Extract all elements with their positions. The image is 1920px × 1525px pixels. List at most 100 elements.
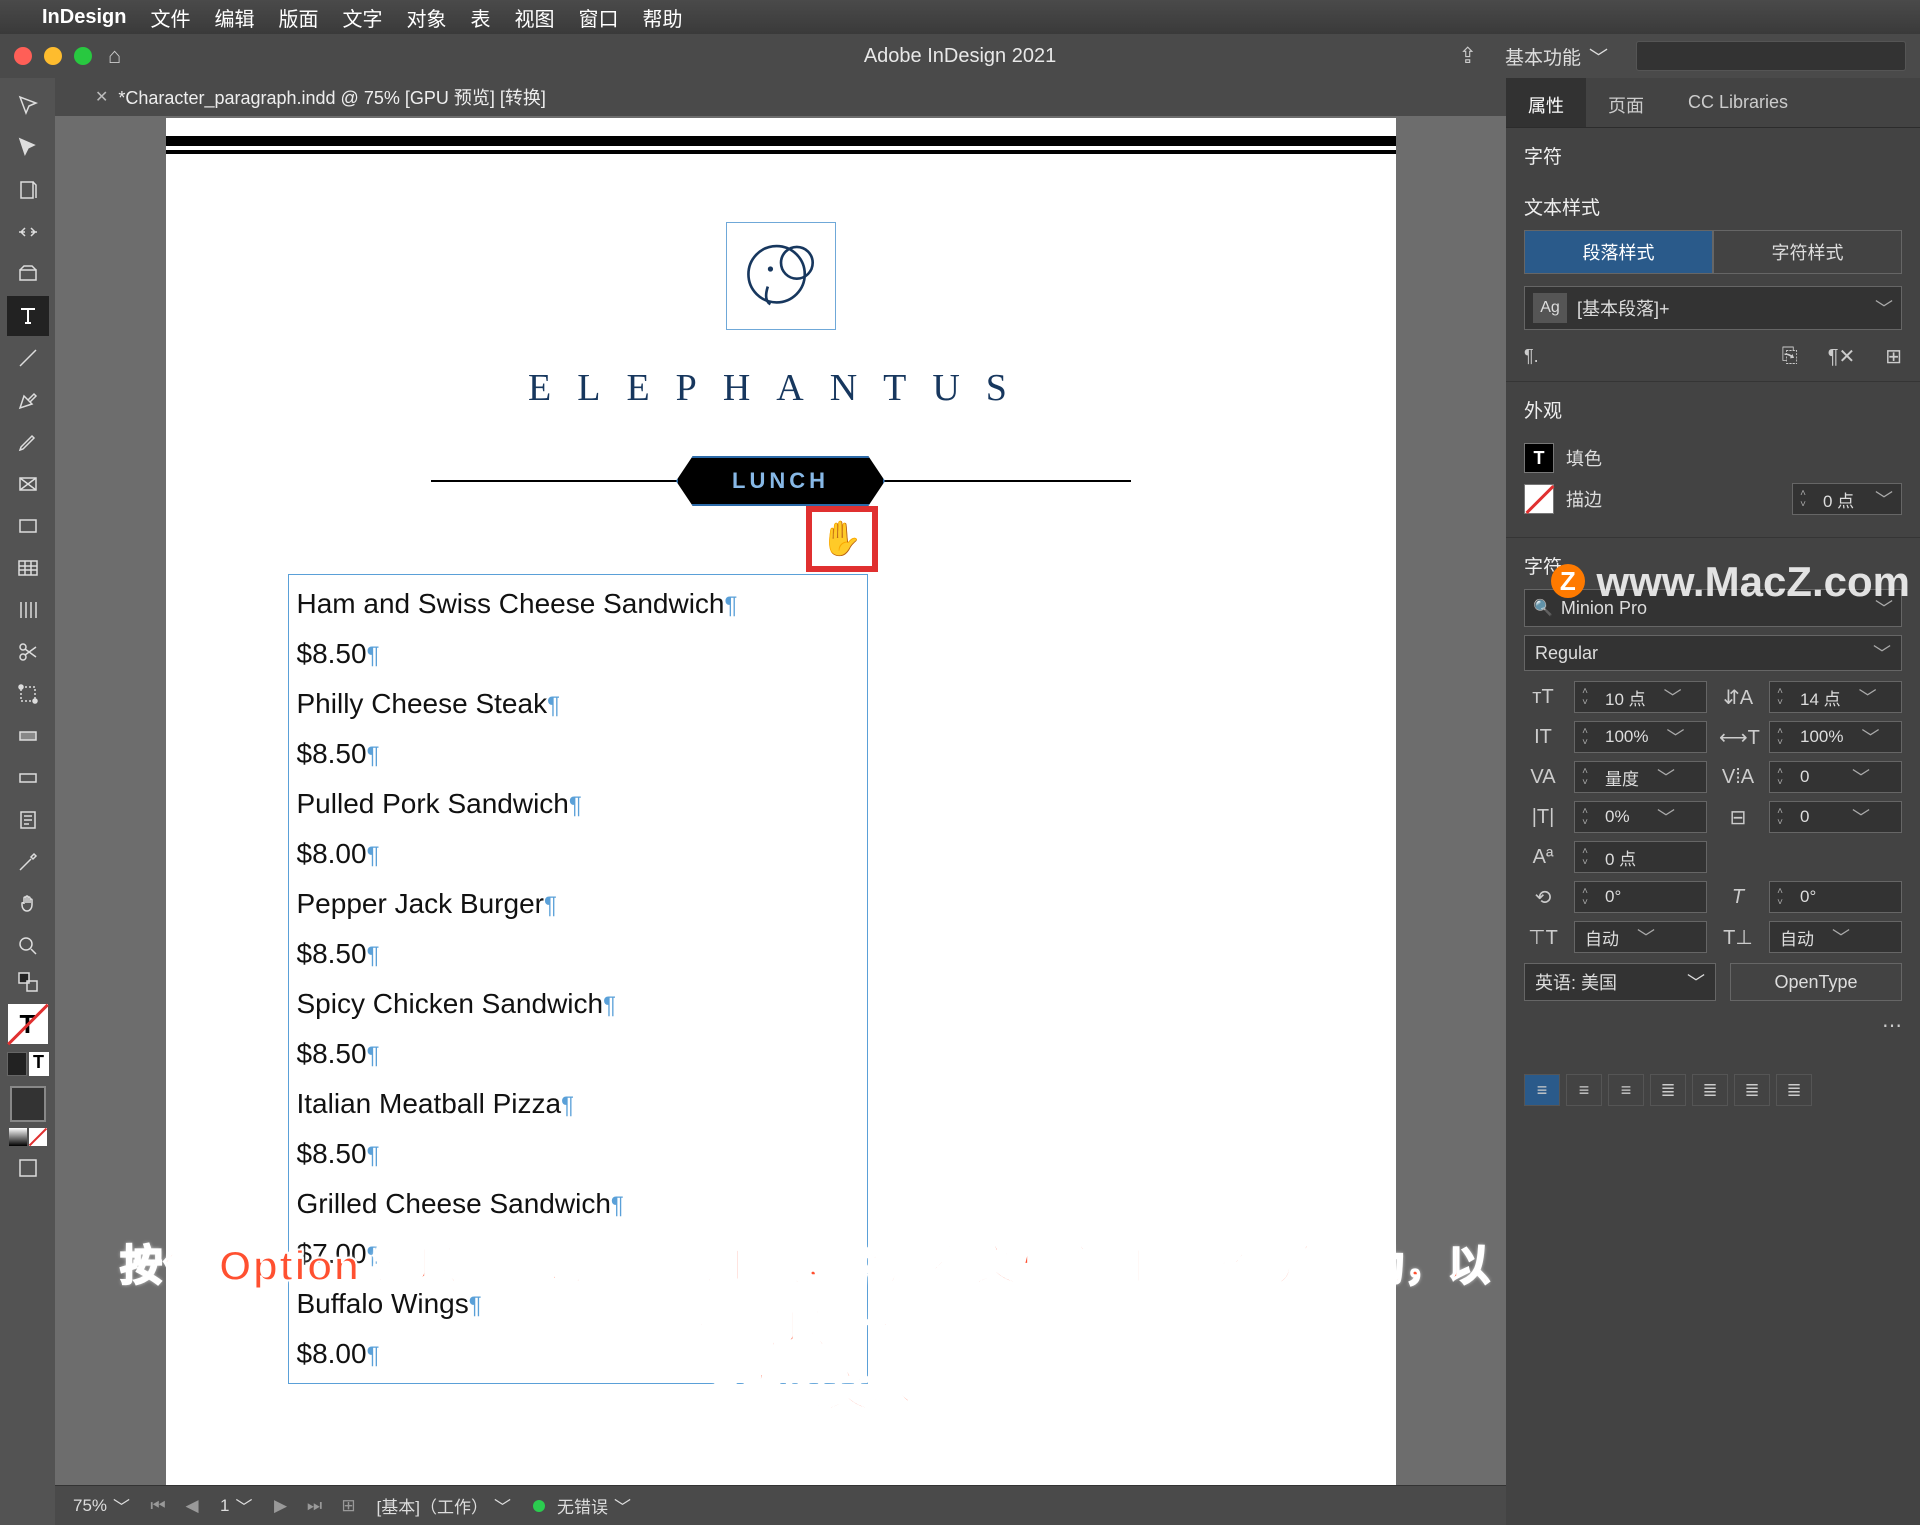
zoom-tool[interactable]: [7, 926, 49, 966]
section-badge: LUNCH: [676, 456, 885, 506]
hand-tool[interactable]: [7, 884, 49, 924]
justify-left-button[interactable]: ≣: [1650, 1074, 1686, 1106]
pencil-tool[interactable]: [7, 422, 49, 462]
stroke-swatch[interactable]: [1524, 484, 1554, 514]
stroke-weight-input[interactable]: ˄˅ 0 点 ﹀: [1792, 483, 1902, 515]
scissors-tool[interactable]: [7, 632, 49, 672]
apply-text-color[interactable]: T: [29, 1052, 49, 1076]
gradient-swatch-tool[interactable]: [7, 716, 49, 756]
none-swatch[interactable]: [29, 1128, 47, 1146]
menu-edit[interactable]: 编辑: [214, 3, 254, 32]
menu-object[interactable]: 对象: [406, 3, 446, 32]
menu-table[interactable]: 表: [470, 3, 490, 32]
font-size-input[interactable]: ˄˅10 点﹀: [1574, 681, 1707, 713]
hscale-input[interactable]: ˄˅100%﹀: [1769, 721, 1902, 753]
preflight-status[interactable]: 无错误 ﹀: [525, 1491, 639, 1520]
auto2-dropdown[interactable]: 自动﹀: [1769, 921, 1902, 953]
text-frame[interactable]: Ham and Swiss Cheese Sandwich¶ $8.50¶ Ph…: [288, 574, 868, 1384]
paragraph-style-dropdown[interactable]: Ag [基本段落]+ ﹀: [1524, 286, 1902, 330]
leading-input[interactable]: ˄˅14 点﹀: [1769, 681, 1902, 713]
home-icon[interactable]: ⌂: [108, 43, 121, 69]
font-family-dropdown[interactable]: 🔍 Minion Pro ﹀: [1524, 589, 1902, 627]
view-mode[interactable]: [7, 1148, 49, 1188]
preflight-profile-dropdown[interactable]: [基本]（工作） ﹀: [369, 1491, 519, 1520]
more-options-icon[interactable]: ⋯: [1882, 1013, 1902, 1038]
italic-angle-input[interactable]: ˄˅0°: [1769, 881, 1902, 913]
baseline-shift-input[interactable]: ˄˅0 点: [1574, 841, 1707, 873]
tab-properties[interactable]: 属性: [1506, 78, 1586, 127]
new-style-icon[interactable]: ⎘: [1782, 345, 1798, 368]
pen-tool[interactable]: [7, 380, 49, 420]
share-icon[interactable]: ⇪: [1459, 43, 1477, 69]
fill-stroke-swap[interactable]: [7, 968, 49, 996]
menu-layout[interactable]: 版面: [278, 3, 318, 32]
app-name[interactable]: InDesign: [42, 6, 126, 29]
fill-swatch[interactable]: T: [1524, 443, 1554, 473]
next-page-button[interactable]: ▶: [267, 1494, 295, 1518]
line-tool[interactable]: [7, 338, 49, 378]
tab-cclibraries[interactable]: CC Libraries: [1666, 78, 1810, 127]
font-style-dropdown[interactable]: Regular ﹀: [1524, 635, 1902, 671]
clear-override-icon[interactable]: ¶✕: [1828, 344, 1856, 369]
skew-input[interactable]: ˄˅0﹀: [1769, 801, 1902, 833]
tab-pages[interactable]: 页面: [1586, 78, 1666, 127]
align-right-button[interactable]: ≡: [1608, 1074, 1644, 1106]
chevron-down-icon: ﹀: [614, 1493, 631, 1518]
page-dropdown[interactable]: 1 ﹀: [212, 1491, 260, 1520]
table-tool[interactable]: [7, 548, 49, 588]
open-bridge-button[interactable]: ⊞: [335, 1494, 363, 1518]
opentype-button[interactable]: OpenType: [1730, 963, 1902, 1001]
gap-tool[interactable]: [7, 212, 49, 252]
more-options-icon[interactable]: ⊞: [1885, 344, 1902, 369]
align-left-button[interactable]: ≡: [1524, 1074, 1560, 1106]
content-collector-tool[interactable]: [7, 254, 49, 294]
align-center-button[interactable]: ≡: [1566, 1074, 1602, 1106]
menu-file[interactable]: 文件: [150, 3, 190, 32]
direct-selection-tool[interactable]: [7, 128, 49, 168]
character-style-segment[interactable]: 字符样式: [1713, 230, 1902, 274]
type-tool[interactable]: [7, 296, 49, 336]
menu-help[interactable]: 帮助: [642, 3, 682, 32]
search-input[interactable]: [1636, 41, 1906, 71]
first-page-button[interactable]: ⏮: [144, 1494, 172, 1518]
chevron-down-icon: ﹀: [236, 1493, 253, 1518]
justify-center-button[interactable]: ≣: [1692, 1074, 1728, 1106]
auto1-dropdown[interactable]: 自动﹀: [1574, 921, 1707, 953]
prev-page-button[interactable]: ◀: [178, 1494, 206, 1518]
paragraph-style-segment[interactable]: 段落样式: [1524, 230, 1713, 274]
last-page-button[interactable]: ⏭: [301, 1494, 329, 1518]
zoom-dropdown[interactable]: 75% ﹀: [65, 1491, 138, 1520]
gradient-feather-tool[interactable]: [7, 758, 49, 798]
grid-tool[interactable]: [7, 590, 49, 630]
formatting-affects-text[interactable]: T: [6, 1002, 50, 1046]
tracking-icon: V⁞A: [1719, 766, 1757, 789]
minimize-window-button[interactable]: [44, 47, 62, 65]
note-tool[interactable]: [7, 800, 49, 840]
selection-tool[interactable]: [7, 86, 49, 126]
eyedropper-tool[interactable]: [7, 842, 49, 882]
baseline-grid-input[interactable]: ˄˅0%﹀: [1574, 801, 1707, 833]
menu-view[interactable]: 视图: [514, 3, 554, 32]
language-dropdown[interactable]: 英语: 美国 ﹀: [1524, 963, 1716, 1001]
kerning-input[interactable]: ˄˅量度﹀: [1574, 761, 1707, 793]
vscale-input[interactable]: ˄˅100%﹀: [1574, 721, 1707, 753]
document-tab[interactable]: ✕ *Character_paragraph.indd @ 75% [GPU 预…: [83, 84, 558, 110]
canvas[interactable]: ELEPHANTUS LUNCH ✋ Ham and Swiss Cheese …: [55, 116, 1506, 1525]
justify-right-button[interactable]: ≣: [1734, 1074, 1770, 1106]
color-swatch[interactable]: [10, 1086, 46, 1122]
rectangle-frame-tool[interactable]: [7, 464, 49, 504]
close-window-button[interactable]: [14, 47, 32, 65]
menu-type[interactable]: 文字: [342, 3, 382, 32]
justify-all-button[interactable]: ≣: [1776, 1074, 1812, 1106]
menu-window[interactable]: 窗口: [578, 3, 618, 32]
rectangle-tool[interactable]: [7, 506, 49, 546]
page-tool[interactable]: [7, 170, 49, 210]
free-transform-tool[interactable]: [7, 674, 49, 714]
close-tab-icon[interactable]: ✕: [95, 87, 108, 107]
char-rotate-input[interactable]: ˄˅0°: [1574, 881, 1707, 913]
tracking-input[interactable]: ˄˅0﹀: [1769, 761, 1902, 793]
maximize-window-button[interactable]: [74, 47, 92, 65]
gradient-swatch[interactable]: [9, 1128, 27, 1146]
workspace-dropdown[interactable]: 基本功能 ﹀: [1495, 39, 1618, 74]
apply-color[interactable]: [7, 1052, 27, 1076]
